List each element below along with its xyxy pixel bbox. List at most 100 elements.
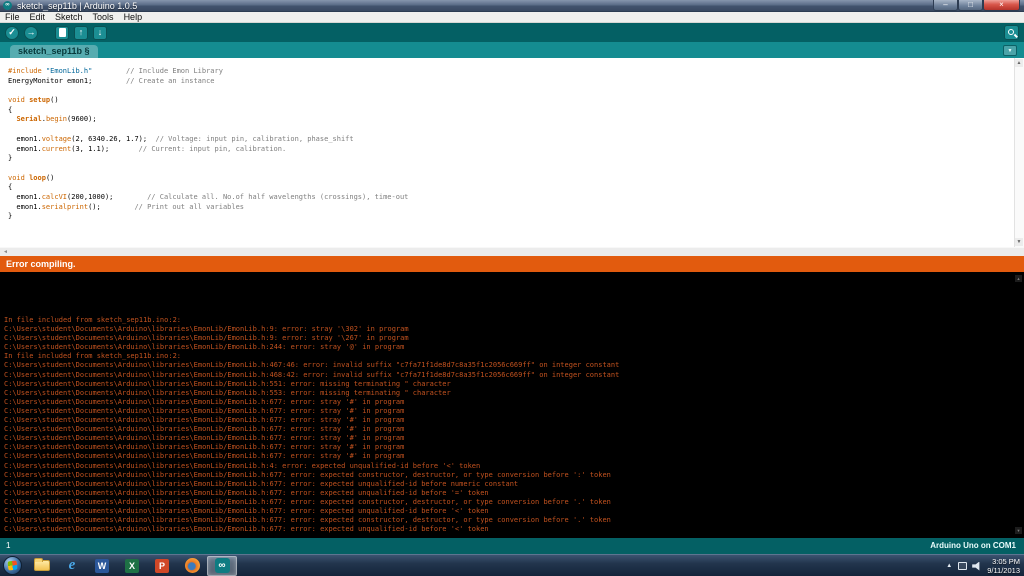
folder-icon — [34, 558, 50, 571]
code-editor[interactable]: #include "EmonLib.h" // Include Emon Lib… — [0, 58, 1024, 247]
start-button[interactable] — [3, 556, 22, 575]
console-error-line: C:\Users\student\Documents\Arduino\libra… — [4, 506, 489, 515]
console-scroll-up-icon[interactable]: ▲ — [1015, 275, 1022, 282]
status-message: Error compiling. — [6, 259, 76, 269]
internet-explorer-icon: e — [68, 557, 76, 573]
console-scroll-down-icon[interactable]: ▼ — [1015, 527, 1022, 534]
console-output[interactable]: In file included from sketch_sep11b.ino:… — [0, 272, 1024, 538]
console-error-line: C:\Users\student\Documents\Arduino\libra… — [4, 497, 611, 506]
console-error-line: C:\Users\student\Documents\Arduino\libra… — [4, 325, 409, 334]
code-line: { — [8, 183, 13, 192]
taskbar-clock[interactable]: 3:05 PM 9/11/2013 — [987, 557, 1020, 575]
open-sketch-button[interactable]: ↑ — [74, 25, 88, 40]
code-line: EnergyMonitor emon1; // Create an instan… — [8, 76, 215, 85]
console-error-line: C:\Users\student\Documents\Arduino\libra… — [4, 379, 451, 388]
excel-icon: X — [125, 558, 139, 573]
taskbar-explorer-button[interactable] — [27, 556, 57, 576]
taskbar-arduino-button[interactable]: ∞ — [207, 555, 237, 576]
tab-sketch-sep11b[interactable]: sketch_sep11b § — [10, 45, 98, 58]
console-error-line: C:\Users\student\Documents\Arduino\libra… — [4, 434, 405, 443]
check-icon: ✓ — [8, 27, 16, 37]
word-icon: W — [95, 558, 109, 573]
menu-sketch[interactable]: Sketch — [50, 12, 88, 23]
console-error-line: C:\Users\student\Documents\Arduino\libra… — [4, 516, 611, 525]
arduino-icon: ∞ — [214, 558, 230, 573]
taskbar-excel-button[interactable]: X — [117, 556, 147, 576]
windows-taskbar: e W X P ∞ ▲ 3:05 PM 9/11/2013 — [0, 554, 1024, 576]
arduino-app-icon: ∞ — [3, 1, 12, 10]
code-line: } — [8, 212, 13, 221]
upload-button[interactable]: → — [24, 25, 38, 40]
scroll-up-icon[interactable]: ▲ — [1015, 59, 1023, 67]
scroll-left-icon[interactable]: ◄ — [3, 249, 8, 255]
menu-tools[interactable]: Tools — [88, 12, 119, 23]
window-titlebar[interactable]: ∞ sketch_sep11b | Arduino 1.0.5 – □ × — [0, 0, 1024, 12]
console-error-line: C:\Users\student\Documents\Arduino\libra… — [4, 334, 409, 343]
minimize-button[interactable]: – — [933, 0, 958, 11]
taskbar-firefox-button[interactable] — [177, 556, 207, 576]
console-error-line: C:\Users\student\Documents\Arduino\libra… — [4, 470, 611, 479]
taskbar-word-button[interactable]: W — [87, 556, 117, 576]
code-line: emon1.current(3, 1.1); // Current: input… — [8, 144, 287, 153]
console-error-line: C:\Users\student\Documents\Arduino\libra… — [4, 488, 489, 497]
console-error-line: C:\Users\student\Documents\Arduino\libra… — [4, 361, 620, 370]
console-error-line: C:\Users\student\Documents\Arduino\libra… — [4, 479, 519, 488]
arrow-up-icon: ↑ — [78, 27, 84, 37]
arrow-right-icon: → — [26, 27, 36, 37]
network-icon[interactable] — [958, 562, 968, 570]
taskbar-powerpoint-button[interactable]: P — [147, 556, 177, 576]
menu-edit[interactable]: Edit — [25, 12, 51, 23]
console-error-line: C:\Users\student\Documents\Arduino\libra… — [4, 452, 405, 461]
menu-file[interactable]: File — [0, 12, 25, 23]
tab-menu-button[interactable]: ▼ — [1003, 45, 1017, 56]
compile-status-bar: Error compiling. — [0, 256, 1024, 272]
code-line: Serial.begin(9600); — [16, 115, 97, 124]
code-line: emon1.voltage(2, 6340.26, 1.7); // Volta… — [8, 134, 354, 143]
console-error-line: C:\Users\student\Documents\Arduino\libra… — [4, 343, 405, 352]
maximize-button[interactable]: □ — [958, 0, 983, 11]
close-button[interactable]: × — [983, 0, 1020, 11]
code-line: { — [8, 105, 13, 114]
menu-help[interactable]: Help — [119, 12, 148, 23]
code-line: void setup() — [8, 96, 59, 105]
scroll-down-icon[interactable]: ▼ — [1015, 238, 1023, 246]
arduino-ide-window: ∞ sketch_sep11b | Arduino 1.0.5 – □ × Fi… — [0, 0, 1024, 576]
toolbar: ✓ → ↑ ↓ — [0, 23, 1024, 42]
console-error-line: In file included from sketch_sep11b.ino:… — [4, 316, 182, 324]
system-tray: ▲ 3:05 PM 9/11/2013 — [946, 555, 1020, 576]
board-port-label: Arduino Uno on COM1 — [930, 541, 1016, 550]
new-file-icon — [58, 28, 66, 37]
line-number-indicator: 1 — [6, 541, 11, 550]
volume-icon[interactable] — [972, 561, 980, 571]
console-error-line: C:\Users\student\Documents\Arduino\libra… — [4, 461, 481, 470]
console-error-line: C:\Users\student\Documents\Arduino\libra… — [4, 370, 620, 379]
serial-monitor-button[interactable] — [1004, 25, 1019, 40]
arrow-down-icon: ↓ — [97, 27, 103, 37]
clock-time: 3:05 PM — [992, 557, 1020, 566]
window-title: sketch_sep11b | Arduino 1.0.5 — [17, 0, 138, 11]
magnifier-icon — [1008, 29, 1014, 35]
taskbar-ie-button[interactable]: e — [57, 556, 87, 576]
clock-date: 9/11/2013 — [987, 566, 1020, 575]
console-error-line: C:\Users\student\Documents\Arduino\libra… — [4, 406, 405, 415]
code-line: void loop() — [8, 173, 55, 182]
code-line: #include "EmonLib.h" // Include Emon Lib… — [8, 67, 223, 75]
save-sketch-button[interactable]: ↓ — [93, 25, 107, 40]
tab-strip: sketch_sep11b § ▼ — [0, 42, 1024, 58]
chevron-down-icon: ▼ — [1007, 48, 1013, 54]
tray-expand-icon[interactable]: ▲ — [946, 563, 952, 569]
editor-vertical-scrollbar[interactable]: ▲ ▼ — [1014, 58, 1024, 247]
code-line: emon1.serialprint(); // Print out all va… — [8, 202, 245, 211]
editor-horizontal-scrollbar[interactable]: ◄ — [0, 247, 1024, 256]
new-sketch-button[interactable] — [55, 25, 69, 40]
windows-logo-icon — [7, 560, 18, 571]
firefox-icon — [184, 558, 200, 573]
verify-button[interactable]: ✓ — [5, 25, 19, 40]
ide-footer: 1 Arduino Uno on COM1 — [0, 538, 1024, 554]
code-line: emon1.calcVI(200,1000); // Calculate all… — [8, 192, 409, 201]
console-error-line: C:\Users\student\Documents\Arduino\libra… — [4, 397, 405, 406]
console-error-line: C:\Users\student\Documents\Arduino\libra… — [4, 416, 405, 425]
